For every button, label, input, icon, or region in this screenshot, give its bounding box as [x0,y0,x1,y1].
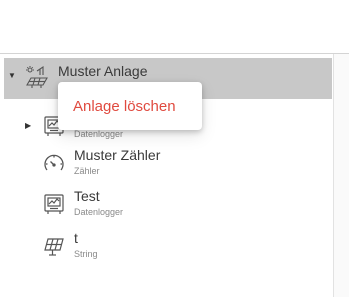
solar-panel-icon [42,234,66,258]
tree-node-title: Muster Zähler [74,147,161,163]
caret-collapsed-icon[interactable]: ▶ [25,122,31,130]
tree-node-title: t [74,230,78,246]
top-divider [0,53,349,54]
tree-node-string[interactable]: t String [0,230,330,268]
detail-pane [334,54,349,297]
caret-expanded-icon[interactable]: ▼ [8,72,16,80]
tree-node-title: Test [74,188,100,204]
tree-node-type: Datenlogger [74,207,124,217]
tree-node-title: Muster Anlage [58,63,148,79]
tree-node-datalogger-2[interactable]: Test Datenlogger [0,188,330,226]
tree-node-meter[interactable]: Muster Zähler Zähler [0,147,330,185]
solar-plant-icon [25,65,49,89]
context-menu: Anlage löschen [58,82,202,130]
delete-plant-menu-item[interactable]: Anlage löschen [58,82,202,130]
meter-gauge-icon [42,151,66,175]
tree-node-type: Datenlogger [74,129,124,139]
tree-node-type: String [74,249,98,259]
datalogger-icon [42,192,66,216]
tree-node-type: Zähler [74,166,100,176]
